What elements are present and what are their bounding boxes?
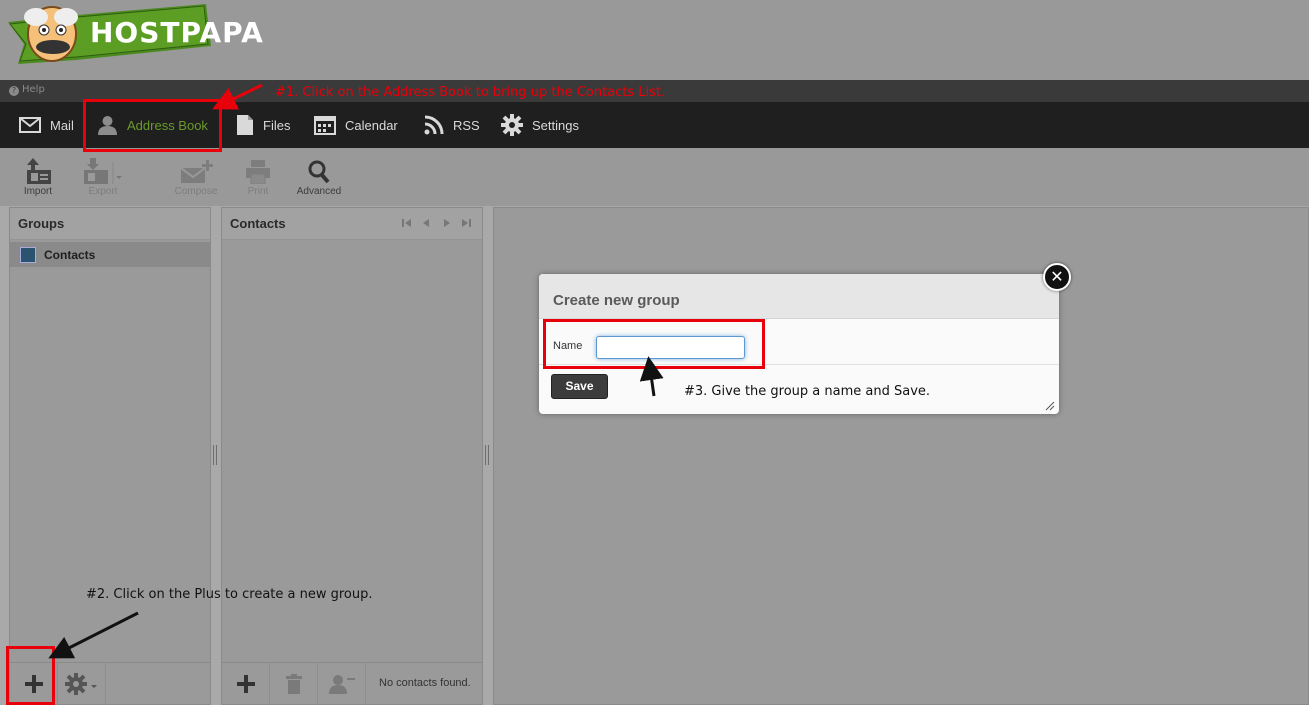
highlight-address-book [83,99,222,152]
nav-item-rss[interactable]: RSS [424,102,480,148]
resize-handle-icon[interactable] [1045,401,1055,411]
contacts-status: No contacts found. [379,677,471,689]
contact-group-button[interactable] [318,663,366,705]
nav-item-mail[interactable]: Mail [19,102,74,148]
next-page-icon[interactable] [438,218,456,228]
export-label: Export [88,186,118,197]
rss-icon [424,115,444,135]
brand-name: HOSTPAPA [90,16,264,49]
help-icon: ? [9,86,19,96]
remove-from-group-icon [328,675,355,694]
annotation-step2: #2. Click on the Plus to create a new gr… [86,587,373,602]
contacts-panel: Contacts No contacts found. [221,207,483,705]
groups-panel: Groups Contacts [9,207,211,705]
delete-contact-button[interactable] [270,663,318,705]
gear-icon [501,114,523,136]
nav-item-files[interactable]: Files [236,102,290,148]
nav-label-rss: RSS [453,117,480,133]
contacts-title-bar: Contacts [222,208,482,240]
add-contact-button[interactable] [222,663,270,705]
addressbook-icon [20,246,36,263]
nav-item-calendar[interactable]: Calendar [314,102,398,148]
hostpapa-logo[interactable]: HOSTPAPA [6,2,263,68]
file-icon [237,115,253,135]
annotation-step3: #3. Give the group a name and Save. [684,384,931,399]
nav-item-settings[interactable]: Settings [501,102,579,148]
highlight-name-field [543,319,765,369]
trash-icon [285,674,302,694]
compose-button[interactable]: Compose [172,158,220,197]
dialog-title: Create new group [539,274,1059,319]
export-button[interactable]: Export [82,158,124,197]
last-page-icon[interactable] [460,218,472,228]
toolbar: Import Export Compose Print Advanced [0,148,1309,206]
highlight-add-group [6,646,55,705]
import-icon [27,158,51,184]
mail-icon [19,117,41,133]
groups-splitter[interactable] [213,445,219,465]
group-options-button[interactable] [58,663,106,705]
help-link[interactable]: ? Help [9,84,45,96]
import-label: Import [23,186,53,197]
contacts-title: Contacts [230,216,286,231]
annotation-step1: #1. Click on the Address Book to bring u… [275,85,666,100]
dialog-close-button[interactable]: ✕ [1043,263,1071,291]
import-button[interactable]: Import [20,158,56,197]
nav-label-files: Files [263,117,291,133]
print-icon [246,160,270,184]
first-page-icon[interactable] [401,218,413,228]
print-button[interactable]: Print [244,158,272,197]
group-item-label: Contacts [44,247,96,262]
print-label: Print [247,186,269,197]
gear-icon [64,673,97,695]
compose-icon [180,160,213,183]
contacts-splitter[interactable] [485,445,491,465]
nav-label-mail: Mail [50,117,74,133]
pagination [401,208,472,240]
plus-icon [236,675,255,693]
advanced-label: Advanced [296,186,342,197]
help-label: Help [22,84,45,95]
prev-page-icon[interactable] [417,218,435,228]
advanced-search-button[interactable]: Advanced [292,158,346,197]
nav-label-settings: Settings [532,117,579,133]
calendar-icon [314,116,336,135]
save-button[interactable]: Save [551,374,608,399]
compose-label: Compose [174,186,218,197]
close-icon: ✕ [1050,267,1064,286]
group-item-contacts[interactable]: Contacts [10,242,210,267]
groups-title: Groups [10,208,210,240]
contacts-footer: No contacts found. [222,662,482,705]
header: HOSTPAPA [0,0,1309,80]
nav-label-calendar: Calendar [345,117,398,133]
export-icon [84,158,122,184]
search-icon [308,160,330,184]
